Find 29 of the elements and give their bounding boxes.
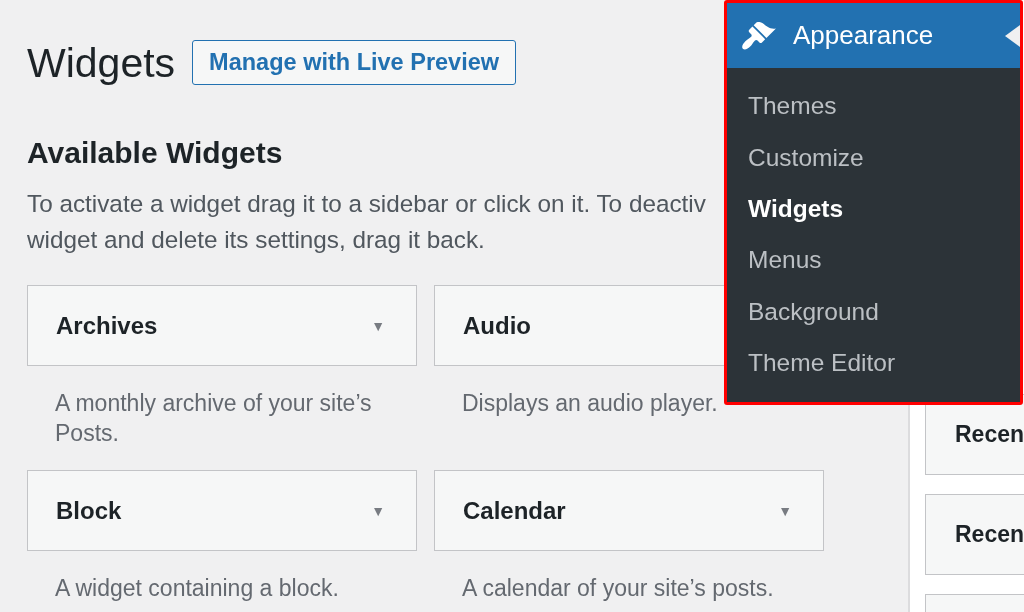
widget-card[interactable]: Calendar ▼ — [434, 470, 824, 551]
widget-description: A monthly archive of your site’s Posts. — [54, 389, 373, 448]
widgets-description: To activate a widget drag it to a sidebar or click on it. To deactiv widget and delete its settings, drag it back. — [27, 189, 706, 255]
triangle-pointer-icon — [1005, 25, 1020, 47]
widget-description: Displays an audio player. — [461, 389, 719, 418]
page-title: Widgets — [27, 38, 176, 88]
widget-title: Recen — [955, 420, 1024, 450]
widget-card[interactable]: Archives ▼ — [27, 285, 417, 366]
submenu-item[interactable]: Widgets — [727, 183, 1020, 236]
menu-header[interactable]: Appearance — [727, 3, 1020, 68]
widget-title: Archives — [56, 310, 158, 341]
caret-icon[interactable]: ▼ — [778, 503, 792, 518]
submenu-item[interactable]: Themes — [727, 81, 1020, 133]
widget-description: A widget containing a block. — [54, 574, 340, 603]
section-heading: Available Widgets — [27, 136, 283, 170]
submenu-item[interactable]: Customize — [727, 132, 1020, 184]
widget-card[interactable]: Recen — [925, 494, 1024, 575]
manage-live-preview-button[interactable]: Manage with Live Preview — [192, 40, 517, 85]
paintbrush-icon — [742, 21, 776, 50]
submenu-item[interactable]: Menus — [727, 235, 1020, 287]
caret-icon[interactable]: ▼ — [371, 503, 385, 518]
caret-icon[interactable]: ▼ — [371, 318, 385, 333]
widget-card[interactable]: Block ▼ — [27, 470, 417, 551]
widget-description: A calendar of your site’s posts. — [461, 574, 775, 603]
widget-title: Block — [56, 495, 122, 526]
widget-title: Audio — [463, 310, 531, 341]
menu-title: Appearance — [793, 19, 934, 52]
widget-title: Recen — [955, 520, 1024, 550]
widget-title: Calendar — [463, 495, 566, 526]
